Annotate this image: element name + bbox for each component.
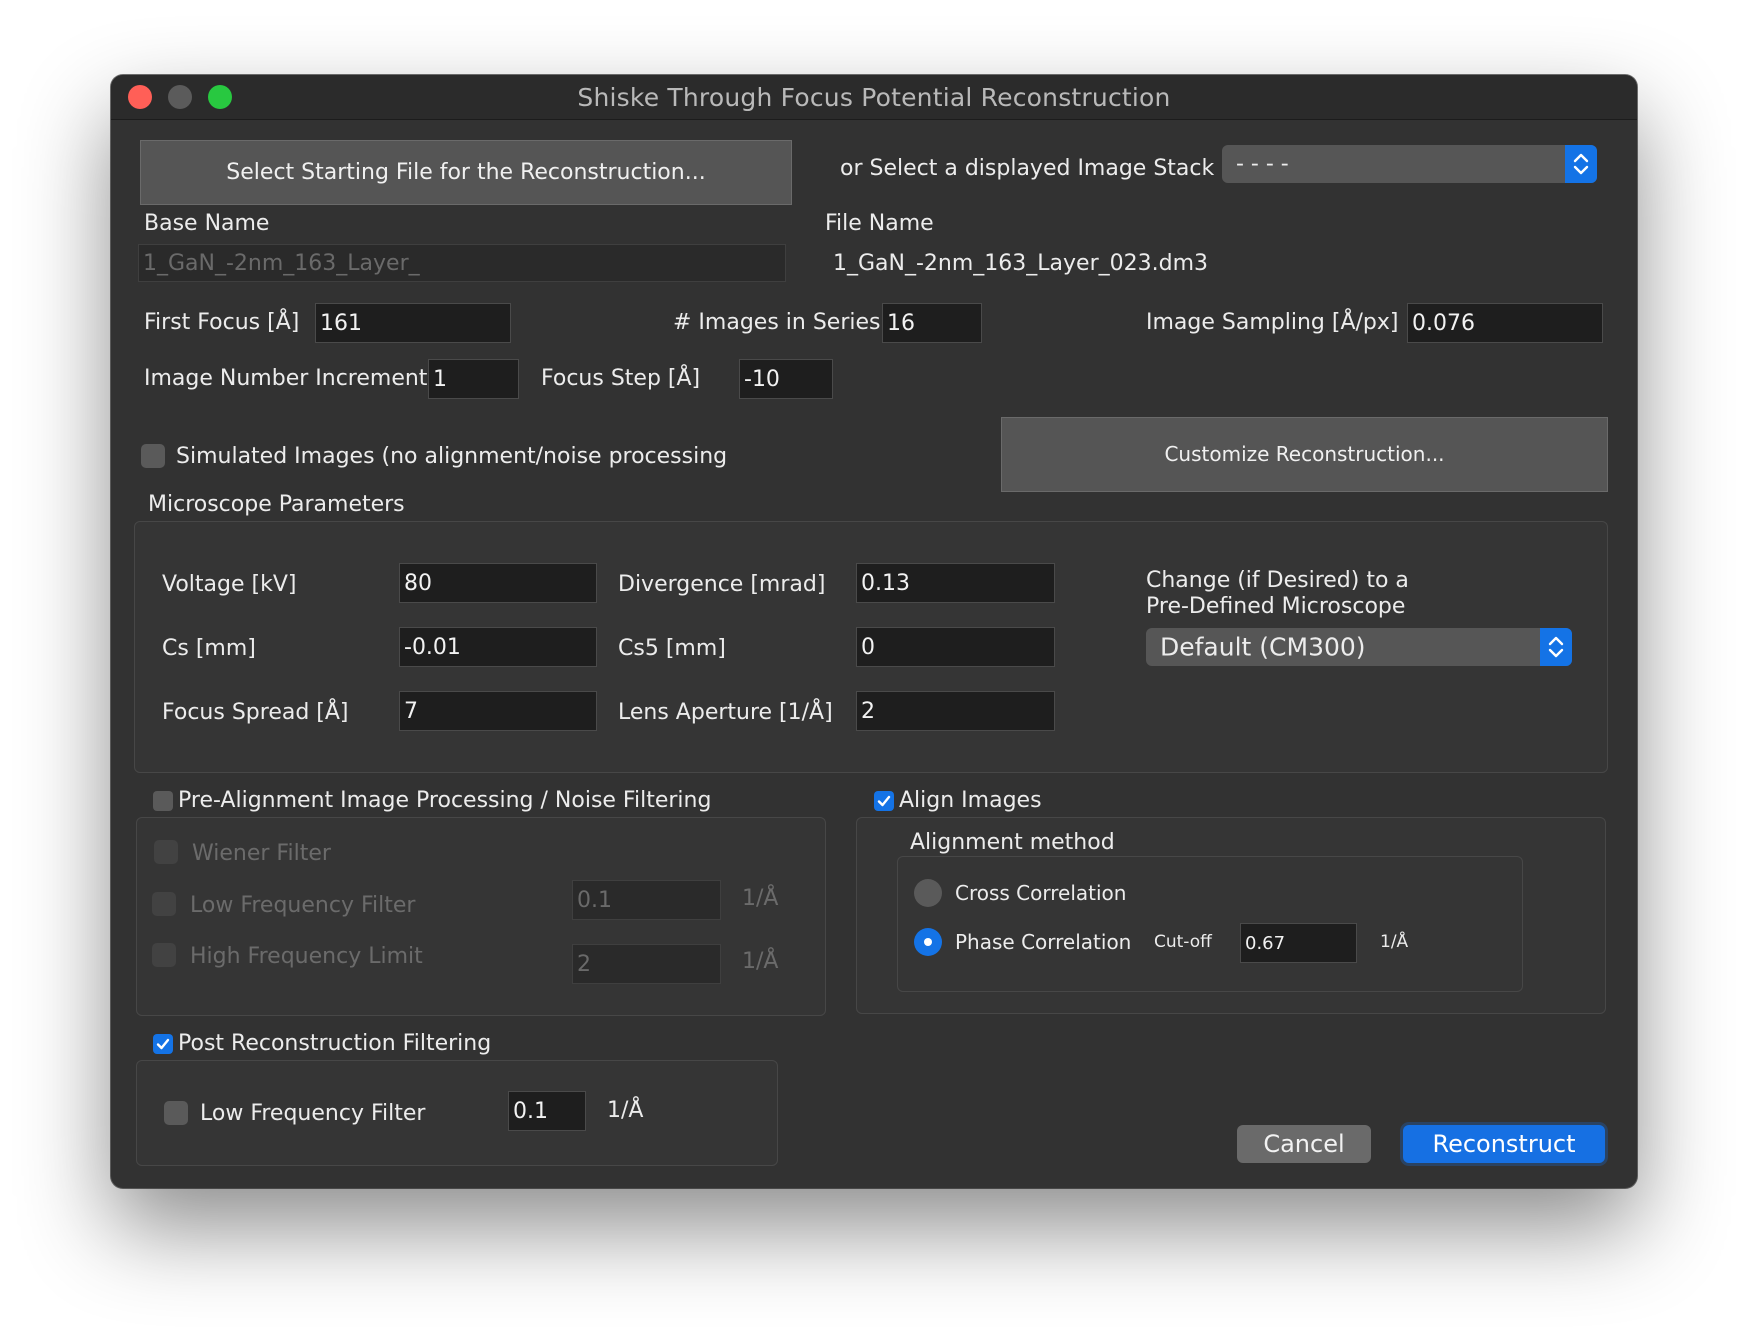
- reconstruction-dialog: Shiske Through Focus Potential Reconstru…: [111, 75, 1637, 1188]
- high-frequency-limit-checkbox[interactable]: [152, 943, 176, 967]
- post-low-frequency-unit: 1/Å: [607, 1098, 644, 1123]
- select-stepper-icon: [1565, 145, 1597, 183]
- phase-correlation-label: Phase Correlation: [955, 930, 1132, 954]
- predefined-microscope-value: Default (CM300): [1160, 632, 1366, 662]
- pre-low-frequency-unit: 1/Å: [742, 886, 779, 911]
- base-name-field: [138, 244, 786, 282]
- focus-spread-field[interactable]: [399, 691, 597, 731]
- predefined-microscope-label-line1: Change (if Desired) to a: [1146, 568, 1409, 593]
- image-stack-select-value: - - - -: [1236, 151, 1289, 177]
- divergence-field[interactable]: [856, 563, 1055, 603]
- align-images-group: Alignment method Cross Correlation Phase…: [856, 817, 1606, 1014]
- pre-alignment-group: Wiener Filter Low Frequency Filter 1/Å H…: [136, 817, 826, 1016]
- image-number-increment-field[interactable]: [428, 359, 519, 399]
- lens-aperture-label: Lens Aperture [1/Å]: [618, 700, 833, 725]
- focus-step-label: Focus Step [Å]: [541, 366, 701, 391]
- align-images-checkbox[interactable]: [874, 791, 894, 811]
- focus-step-field[interactable]: [739, 359, 833, 399]
- divergence-label: Divergence [mrad]: [618, 572, 826, 597]
- first-focus-label: First Focus [Å]: [144, 310, 300, 335]
- microscope-parameters-title: Microscope Parameters: [148, 492, 405, 517]
- reconstruct-button[interactable]: Reconstruct: [1403, 1125, 1605, 1163]
- pre-alignment-checkbox[interactable]: [153, 791, 173, 811]
- predefined-microscope-label-line2: Pre-Defined Microscope: [1146, 594, 1406, 619]
- post-reconstruction-title: Post Reconstruction Filtering: [178, 1031, 492, 1056]
- select-starting-file-button[interactable]: Select Starting File for the Reconstruct…: [140, 140, 792, 205]
- image-sampling-field[interactable]: [1407, 303, 1603, 343]
- post-low-frequency-label: Low Frequency Filter: [200, 1101, 426, 1126]
- checkmark-icon: [877, 795, 891, 807]
- post-low-frequency-checkbox[interactable]: [164, 1101, 188, 1125]
- cutoff-label: Cut-off: [1154, 932, 1212, 952]
- cross-correlation-label: Cross Correlation: [955, 881, 1127, 905]
- wiener-filter-label: Wiener Filter: [192, 841, 331, 866]
- pre-alignment-title: Pre-Alignment Image Processing / Noise F…: [178, 788, 712, 813]
- high-frequency-limit-label: High Frequency Limit: [190, 944, 423, 969]
- post-reconstruction-group: Low Frequency Filter 1/Å: [136, 1060, 778, 1166]
- cs-label: Cs [mm]: [162, 636, 256, 661]
- cutoff-field[interactable]: [1240, 923, 1357, 963]
- image-sampling-label: Image Sampling [Å/px]: [1146, 310, 1399, 335]
- alignment-method-group: Cross Correlation Phase Correlation Cut-…: [897, 856, 1523, 992]
- pre-low-frequency-field[interactable]: [572, 880, 721, 920]
- image-stack-select[interactable]: - - - -: [1222, 145, 1597, 183]
- checkmark-icon: [156, 1038, 170, 1050]
- microscope-parameters-group: Voltage [kV] Divergence [mrad] Cs [mm] C…: [134, 521, 1608, 773]
- focus-spread-label: Focus Spread [Å]: [162, 700, 349, 725]
- wiener-filter-checkbox[interactable]: [154, 840, 178, 864]
- images-in-series-field[interactable]: [882, 303, 982, 343]
- first-focus-field[interactable]: [315, 303, 511, 343]
- images-in-series-label: # Images in Series: [673, 310, 881, 335]
- post-low-frequency-field[interactable]: [508, 1091, 586, 1131]
- predefined-microscope-select[interactable]: Default (CM300): [1146, 628, 1572, 666]
- pre-low-frequency-label: Low Frequency Filter: [190, 893, 416, 918]
- image-number-increment-label: Image Number Increment: [144, 366, 428, 391]
- high-frequency-limit-unit: 1/Å: [742, 949, 779, 974]
- lens-aperture-field[interactable]: [856, 691, 1055, 731]
- simulated-images-label: Simulated Images (no alignment/noise pro…: [176, 444, 728, 469]
- voltage-field[interactable]: [399, 563, 597, 603]
- cross-correlation-radio[interactable]: [914, 879, 942, 907]
- cutoff-unit: 1/Å: [1380, 932, 1409, 952]
- customize-reconstruction-button[interactable]: Customize Reconstruction...: [1001, 417, 1608, 492]
- cs5-label: Cs5 [mm]: [618, 636, 726, 661]
- image-stack-label: or Select a displayed Image Stack: [840, 156, 1215, 181]
- title-bar: Shiske Through Focus Potential Reconstru…: [111, 75, 1637, 120]
- cs-field[interactable]: [399, 627, 597, 667]
- cs5-field[interactable]: [856, 627, 1055, 667]
- phase-correlation-radio[interactable]: [914, 928, 942, 956]
- post-reconstruction-checkbox[interactable]: [153, 1034, 173, 1054]
- voltage-label: Voltage [kV]: [162, 572, 297, 597]
- simulated-images-checkbox[interactable]: [141, 444, 165, 468]
- base-name-label: Base Name: [144, 211, 270, 236]
- align-images-title: Align Images: [899, 788, 1042, 813]
- alignment-method-label: Alignment method: [910, 830, 1115, 855]
- cancel-button[interactable]: Cancel: [1237, 1125, 1371, 1163]
- high-frequency-limit-field[interactable]: [572, 944, 721, 984]
- file-name-label: File Name: [825, 211, 934, 236]
- select-stepper-icon: [1540, 628, 1572, 666]
- window-title: Shiske Through Focus Potential Reconstru…: [577, 83, 1171, 112]
- pre-low-frequency-checkbox[interactable]: [152, 892, 176, 916]
- file-name-value: 1_GaN_-2nm_163_Layer_023.dm3: [833, 251, 1208, 276]
